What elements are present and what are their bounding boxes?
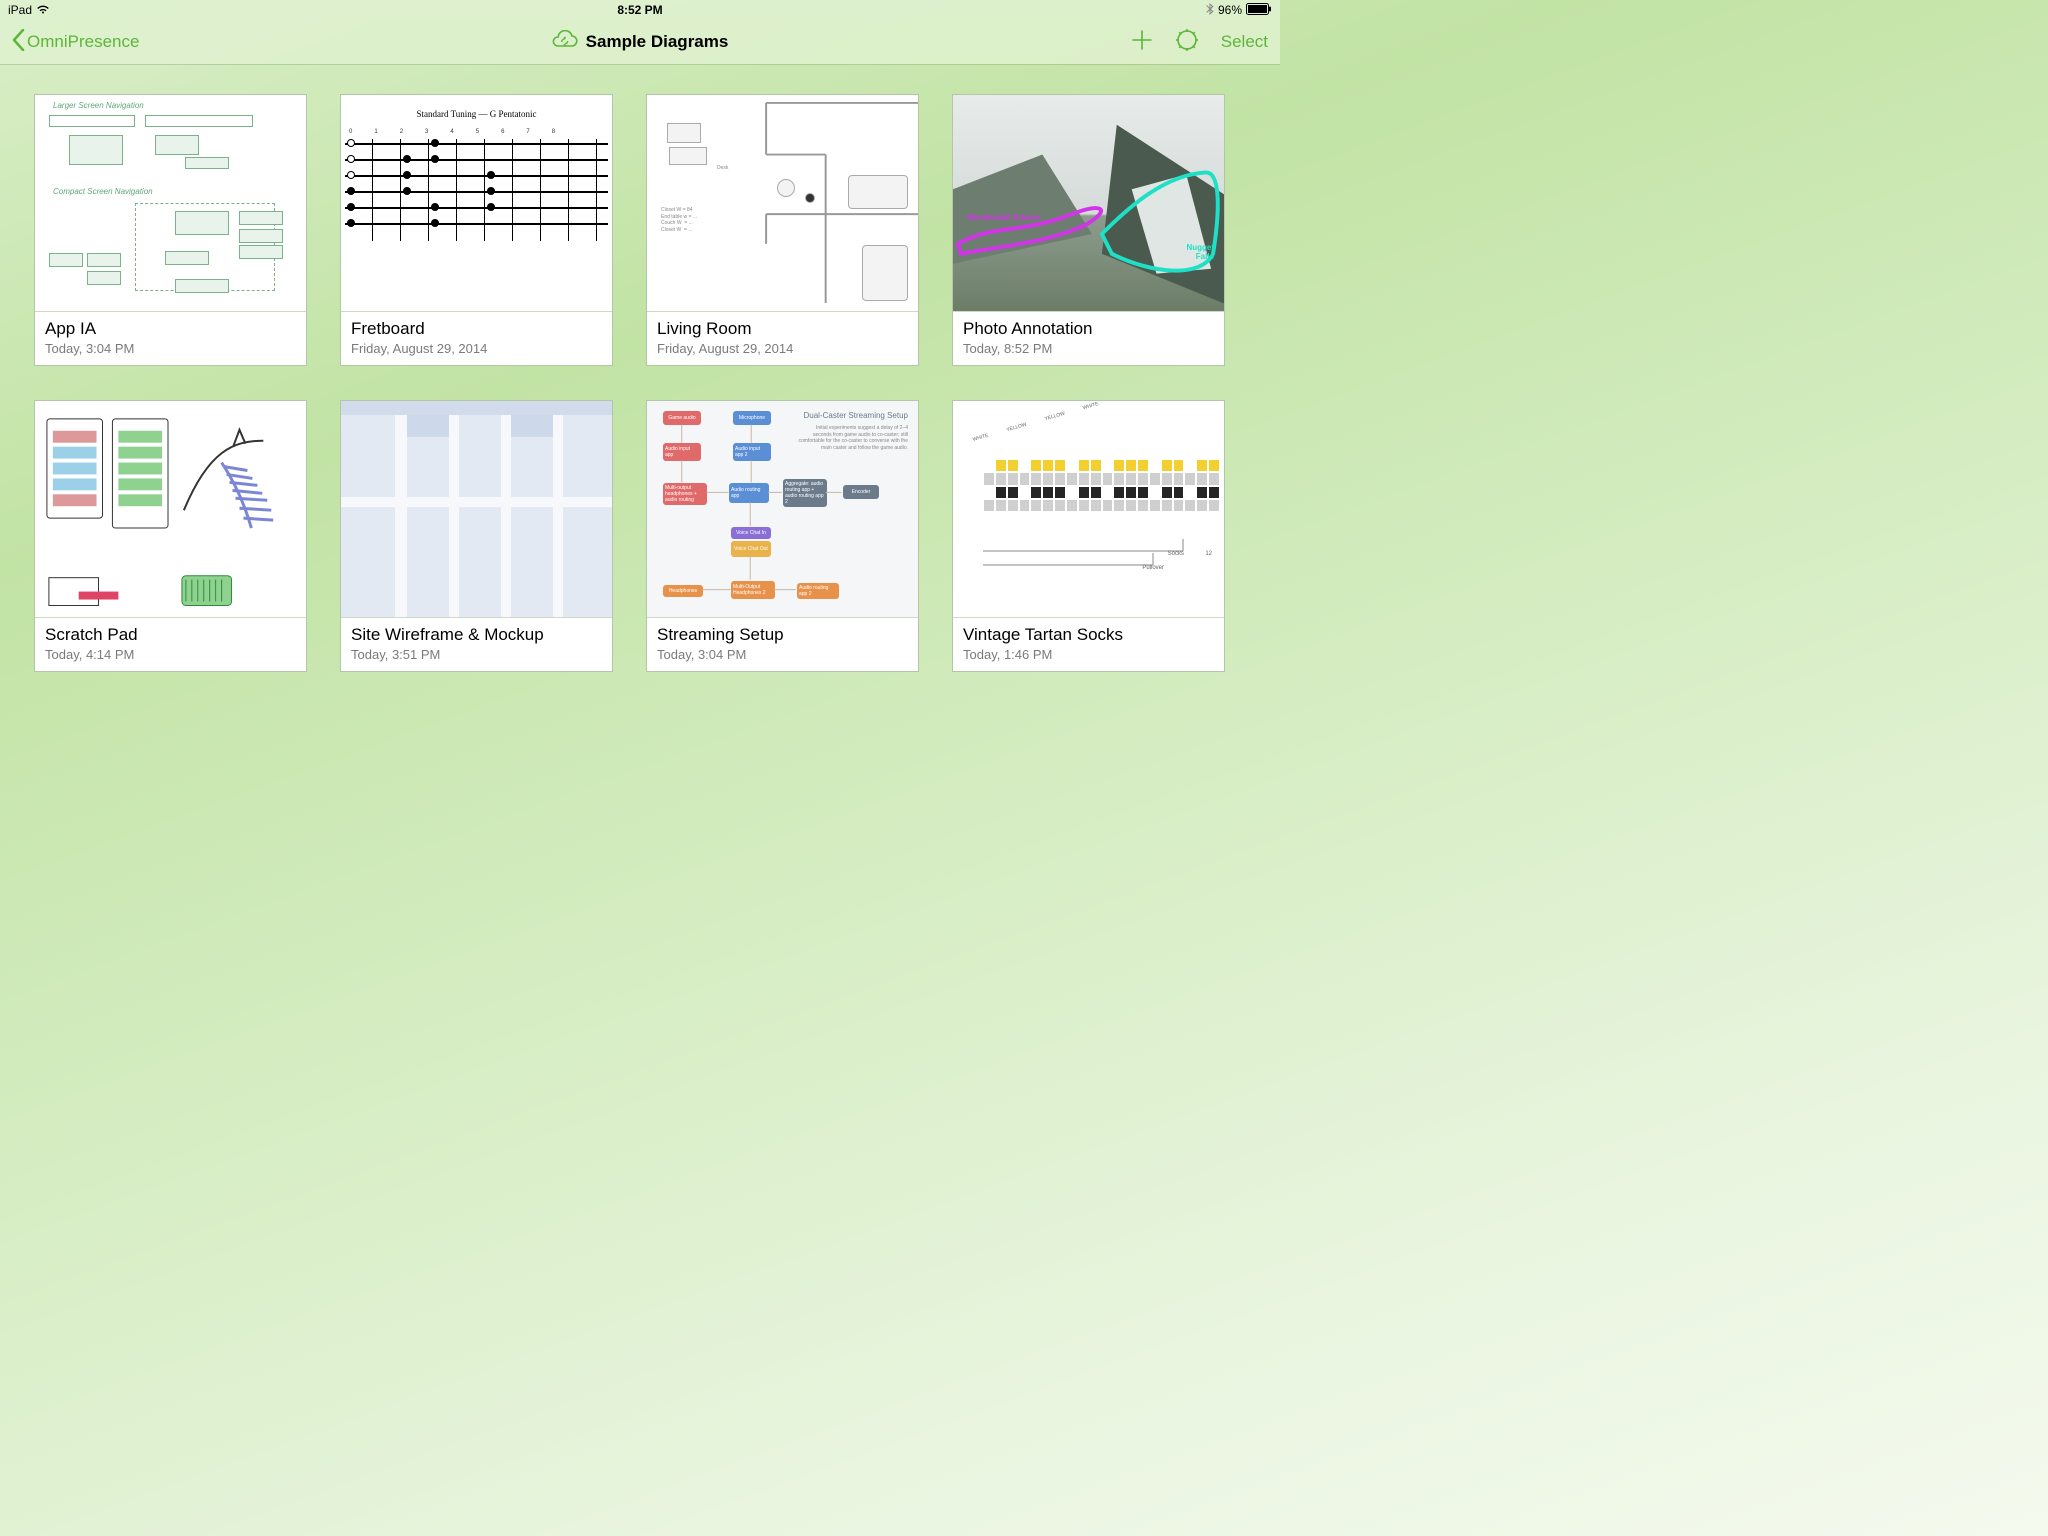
document-title: App IA bbox=[45, 319, 296, 339]
battery-icon bbox=[1246, 3, 1272, 18]
document-title: Site Wireframe & Mockup bbox=[351, 625, 602, 645]
document-date: Today, 4:14 PM bbox=[45, 647, 296, 662]
document-thumbnail: Larger Screen Navigation Compact Screen … bbox=[35, 95, 306, 311]
document-title: Fretboard bbox=[351, 319, 602, 339]
document-date: Today, 3:04 PM bbox=[657, 647, 908, 662]
nav-bar: OmniPresence Sample Diagrams Select bbox=[0, 20, 1280, 64]
thumb-text: Socks bbox=[1168, 551, 1184, 557]
document-tile[interactable]: Dual-Caster Streaming Setup Initial expe… bbox=[646, 400, 919, 672]
settings-button[interactable] bbox=[1175, 28, 1199, 57]
document-title: Living Room bbox=[657, 319, 908, 339]
document-tile[interactable]: Closet W = 84End table w = ...Couch W = … bbox=[646, 94, 919, 366]
wifi-icon bbox=[36, 3, 50, 17]
thumb-text: Compact Screen Navigation bbox=[53, 187, 153, 196]
document-date: Today, 3:04 PM bbox=[45, 341, 296, 356]
back-button[interactable]: OmniPresence bbox=[12, 29, 139, 56]
battery-pct: 96% bbox=[1218, 3, 1242, 17]
clock: 8:52 PM bbox=[617, 3, 662, 17]
document-grid: Larger Screen Navigation Compact Screen … bbox=[0, 64, 1280, 702]
document-thumbnail: Standard Tuning — G Pentatonic 012345678… bbox=[341, 95, 612, 311]
document-tile[interactable]: WHITEYELLOWYELLOWWHITEYELLOWYELLOWWHITE bbox=[952, 400, 1225, 672]
document-title: Scratch Pad bbox=[45, 625, 296, 645]
document-tile[interactable]: Site Wireframe & Mockup Today, 3:51 PM bbox=[340, 400, 613, 672]
document-tile[interactable]: Standard Tuning — G Pentatonic 012345678… bbox=[340, 94, 613, 366]
document-date: Today, 1:46 PM bbox=[963, 647, 1214, 662]
page-title: Sample Diagrams bbox=[586, 32, 729, 52]
document-tile[interactable]: Mendenhall Glacier Nugget Falls Photo An… bbox=[952, 94, 1225, 366]
thumb-text: Pullover bbox=[1142, 565, 1164, 571]
thumb-text: Larger Screen Navigation bbox=[53, 101, 144, 110]
document-title: Photo Annotation bbox=[963, 319, 1214, 339]
select-button[interactable]: Select bbox=[1221, 32, 1268, 52]
device-label: iPad bbox=[8, 3, 32, 17]
document-thumbnail bbox=[35, 401, 306, 617]
document-date: Today, 8:52 PM bbox=[963, 341, 1214, 356]
thumb-text: Mendenhall Glacier bbox=[967, 213, 1040, 222]
sync-cloud-icon bbox=[552, 30, 578, 55]
document-thumbnail: Closet W = 84End table w = ...Couch W = … bbox=[647, 95, 918, 311]
thumb-text: 12 bbox=[1205, 551, 1212, 557]
thumb-text: Nugget Falls bbox=[1170, 243, 1214, 261]
chevron-left-icon bbox=[12, 29, 25, 56]
document-date: Friday, August 29, 2014 bbox=[657, 341, 908, 356]
status-bar: iPad 8:52 PM 96% bbox=[0, 0, 1280, 20]
document-date: Friday, August 29, 2014 bbox=[351, 341, 602, 356]
document-tile[interactable]: Larger Screen Navigation Compact Screen … bbox=[34, 94, 307, 366]
bluetooth-icon bbox=[1206, 3, 1214, 18]
thumb-text: Standard Tuning — G Pentatonic bbox=[341, 109, 612, 119]
document-thumbnail bbox=[341, 401, 612, 617]
document-thumbnail: Mendenhall Glacier Nugget Falls bbox=[953, 95, 1224, 311]
document-thumbnail: WHITEYELLOWYELLOWWHITEYELLOWYELLOWWHITE bbox=[953, 401, 1224, 617]
document-tile[interactable]: Scratch Pad Today, 4:14 PM bbox=[34, 400, 307, 672]
document-title: Vintage Tartan Socks bbox=[963, 625, 1214, 645]
document-title: Streaming Setup bbox=[657, 625, 908, 645]
back-label: OmniPresence bbox=[27, 32, 139, 52]
document-thumbnail: Dual-Caster Streaming Setup Initial expe… bbox=[647, 401, 918, 617]
document-date: Today, 3:51 PM bbox=[351, 647, 602, 662]
add-button[interactable] bbox=[1131, 29, 1153, 56]
